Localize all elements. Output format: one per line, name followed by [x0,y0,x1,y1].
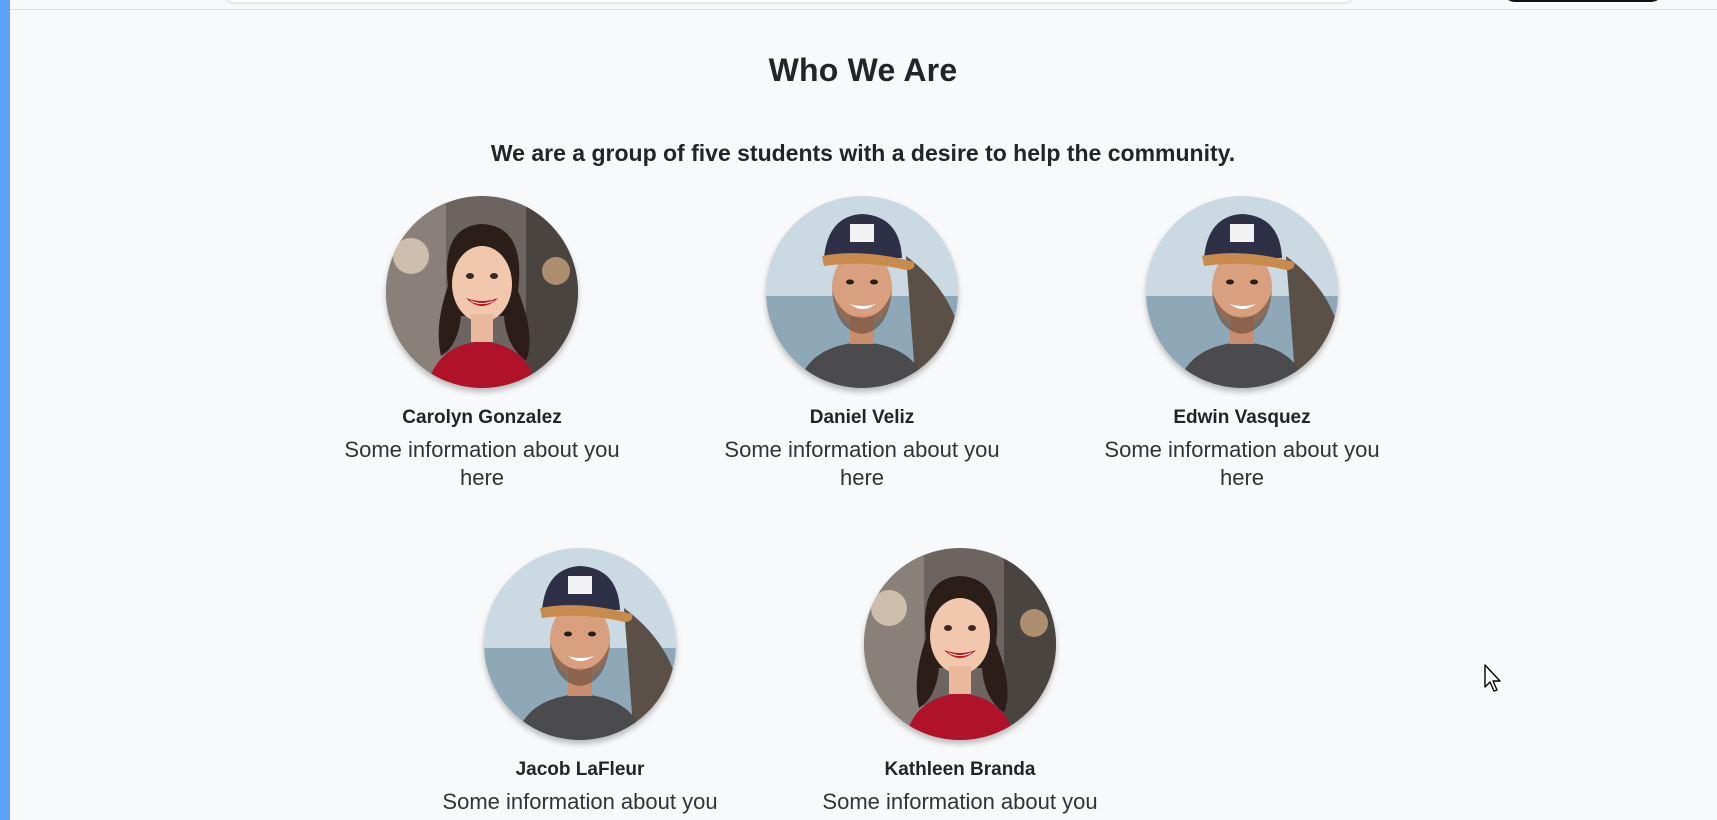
navbar-bottom-edge [10,0,1717,10]
nav-button[interactable] [1503,0,1663,2]
team-member-card: Daniel Veliz Some information about you … [712,196,1012,492]
team-member-card: Carolyn Gonzalez Some information about … [332,196,632,492]
member-info: Some information about you [822,789,1098,814]
section-subtitle: We are a group of five students with a d… [490,140,1236,166]
member-name: Kathleen Branda [884,759,1036,780]
search-bar[interactable] [225,0,1353,3]
mouse-cursor-icon [1484,664,1501,692]
member-name: Edwin Vasquez [1173,407,1311,428]
team-member-card: Jacob LaFleur Some information about you [430,548,730,816]
member-info: Some information about you here [1104,437,1380,490]
window-left-edge [0,0,10,820]
member-photo [484,548,676,740]
member-name: Carolyn Gonzalez [402,407,562,428]
section-title: Who We Are [768,52,958,88]
member-photo [1146,196,1338,388]
member-info: Some information about you here [724,437,1000,490]
team-member-card: Kathleen Branda Some information about y… [810,548,1110,816]
member-photo [864,548,1056,740]
member-info: Some information about you here [344,437,620,490]
member-name: Jacob LaFleur [515,759,645,780]
member-name: Daniel Veliz [809,407,915,428]
member-photo [386,196,578,388]
member-info: Some information about you [442,789,718,814]
team-member-card: Edwin Vasquez Some information about you… [1092,196,1392,492]
member-photo [766,196,958,388]
